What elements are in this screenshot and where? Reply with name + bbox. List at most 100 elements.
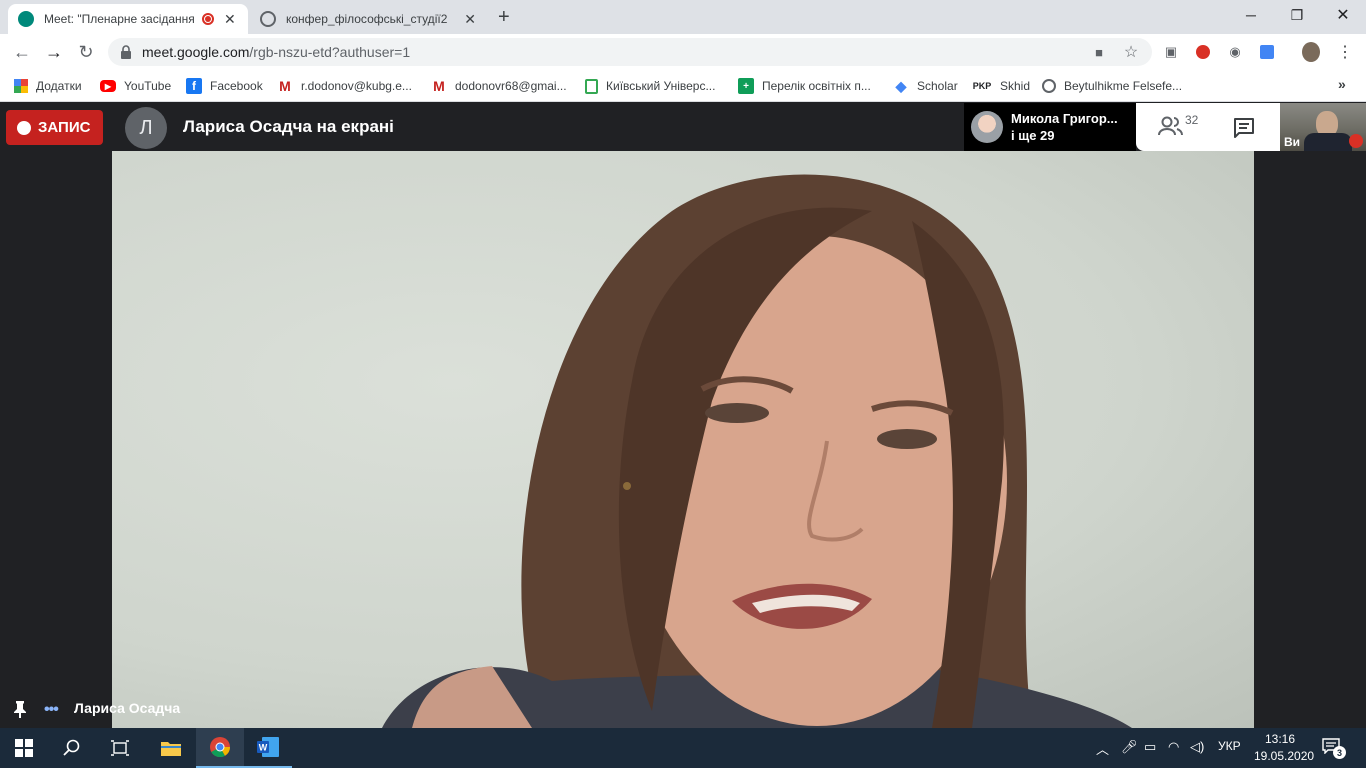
task-view-icon xyxy=(111,740,129,756)
tab-title: конфер_філософські_студії2 xyxy=(286,12,448,26)
gmail-icon: M xyxy=(433,78,445,94)
recording-badge: ЗАПИС xyxy=(6,110,103,145)
bookmark-label: dodonovr68@gmai... xyxy=(455,79,567,93)
bookmark-label: Skhid xyxy=(1000,79,1031,93)
participant-more: і ще 29 xyxy=(1011,128,1055,143)
chat-icon[interactable] xyxy=(1232,116,1256,140)
bookmark-label: YouTube xyxy=(124,79,172,93)
search-icon xyxy=(63,739,80,756)
bookmark-scholar[interactable]: ◆ Scholar xyxy=(893,77,958,95)
microphone-icon[interactable]: 🎤︎ xyxy=(1121,739,1138,755)
restore-button[interactable]: ❐ xyxy=(1274,0,1320,30)
self-view-tile[interactable]: Ви xyxy=(1280,103,1366,151)
task-view-button[interactable] xyxy=(96,728,144,768)
tab-meet[interactable]: Meet: "Пленарне засідання ✕ xyxy=(8,4,248,34)
youtube-icon: ▶ xyxy=(100,80,116,92)
bookmark-beytulhikme[interactable]: Beytulhikme Felsefe... xyxy=(1042,77,1182,95)
university-icon xyxy=(585,78,598,94)
globe-icon xyxy=(1042,79,1056,93)
translate-icon[interactable] xyxy=(1258,43,1276,61)
presenter-video-image xyxy=(382,174,1132,728)
meet-call-area: ЗАПИС Л Лариса Осадча на екрані Микола Г… xyxy=(0,103,1366,728)
gmail-icon: M xyxy=(279,78,291,94)
people-count: 32 xyxy=(1185,113,1199,127)
bookmarks-overflow-icon[interactable]: » xyxy=(1338,76,1346,92)
apps-grid-icon xyxy=(14,79,28,93)
svg-text:W: W xyxy=(259,743,268,753)
chrome-taskbar-button[interactable] xyxy=(196,728,244,768)
word-icon: W xyxy=(257,737,279,757)
presenter-video-feed xyxy=(112,151,1254,728)
bookmark-youtube[interactable]: ▶ YouTube xyxy=(100,77,171,95)
participant-name: Микола Григор... xyxy=(1011,111,1118,126)
show-hidden-icons[interactable]: ︿ xyxy=(1096,739,1109,758)
pin-icon[interactable] xyxy=(12,700,28,718)
people-button[interactable]: 32 xyxy=(1158,113,1208,141)
participant-avatar xyxy=(971,111,1003,143)
notifications-button[interactable]: 3 xyxy=(1322,738,1346,759)
globe-icon xyxy=(260,11,276,27)
extension-icon[interactable]: ▣ xyxy=(1162,43,1180,61)
menu-kebab-icon[interactable]: ⋮ xyxy=(1336,43,1354,61)
bookmarks-bar: Додатки ▶ YouTube f Facebook M r.dodonov… xyxy=(0,70,1366,102)
clock[interactable]: 13:16 19.05.2020 xyxy=(1254,731,1314,765)
pkp-icon: PKP xyxy=(972,81,992,91)
bookmark-label: Scholar xyxy=(917,79,958,93)
camera-icon[interactable]: ■ xyxy=(1090,43,1108,61)
bookmark-star-icon[interactable]: ☆ xyxy=(1122,43,1140,61)
reload-button[interactable]: ↻ xyxy=(74,40,98,64)
bookmark-label: Перелік освітніх п... xyxy=(762,79,871,93)
bookmark-label: r.dodonov@kubg.e... xyxy=(301,79,412,93)
bookmark-facebook[interactable]: f Facebook xyxy=(186,77,263,95)
start-button[interactable] xyxy=(0,728,48,768)
bookmark-apps[interactable]: Додатки xyxy=(14,77,82,95)
browser-toolbar: ← → ↻ meet.google.com/rgb-nszu-etd?authu… xyxy=(0,34,1366,70)
url-path: /rgb-nszu-etd?authuser=1 xyxy=(249,44,411,60)
address-bar[interactable]: meet.google.com/rgb-nszu-etd?authuser=1 xyxy=(108,38,1152,66)
chat-extension-icon[interactable]: ◉ xyxy=(1226,43,1244,61)
profile-avatar[interactable] xyxy=(1302,42,1320,62)
participants-chip[interactable]: Микола Григор... і ще 29 xyxy=(964,103,1136,151)
word-taskbar-button[interactable]: W xyxy=(244,728,292,768)
windows-logo-icon xyxy=(15,739,33,757)
file-explorer-button[interactable] xyxy=(147,728,195,768)
battery-icon[interactable]: ▭ xyxy=(1144,739,1156,755)
recording-indicator-icon xyxy=(202,13,214,25)
bookmark-educational-list[interactable]: + Перелік освітніх п... xyxy=(738,77,871,95)
bookmark-kyiv-university[interactable]: Київський Універс... xyxy=(585,77,715,95)
browser-tab-strip: Meet: "Пленарне засідання ✕ конфер_філос… xyxy=(0,0,1366,34)
notification-count: 3 xyxy=(1333,746,1346,759)
bookmark-gmail-kubg[interactable]: M r.dodonov@kubg.e... xyxy=(277,77,412,95)
clock-time: 13:16 xyxy=(1264,732,1296,746)
recording-label: ЗАПИС xyxy=(38,119,91,136)
input-language[interactable]: УКР xyxy=(1218,739,1241,753)
bookmark-label: Додатки xyxy=(36,79,82,93)
close-tab-icon[interactable]: ✕ xyxy=(464,11,476,28)
search-button[interactable] xyxy=(48,728,96,768)
tab-conference-doc[interactable]: конфер_філософські_студії2 ✕ xyxy=(250,4,486,34)
back-button[interactable]: ← xyxy=(10,40,34,64)
new-tab-button[interactable]: + xyxy=(498,6,510,29)
self-label: Ви xyxy=(1284,135,1301,149)
lock-icon xyxy=(121,45,131,59)
mic-muted-icon xyxy=(1349,134,1363,148)
bookmark-label: Beytulhikme Felsefe... xyxy=(1064,79,1183,93)
presenter-avatar: Л xyxy=(125,107,167,149)
record-dot-icon xyxy=(17,120,31,135)
minimize-button[interactable]: ─ xyxy=(1228,0,1274,30)
bookmark-label: Київський Універс... xyxy=(606,79,716,93)
url-host: meet.google.com xyxy=(142,44,250,60)
bookmark-skhid[interactable]: PKP Skhid xyxy=(972,77,1030,95)
presenter-title: Лариса Осадча на екрані xyxy=(183,117,394,136)
wifi-icon[interactable]: ◠ xyxy=(1168,739,1179,755)
close-tab-icon[interactable]: ✕ xyxy=(224,11,236,28)
volume-icon[interactable]: ◁) xyxy=(1190,739,1204,755)
adblock-icon[interactable] xyxy=(1194,43,1212,61)
forward-button[interactable]: → xyxy=(42,40,66,64)
close-window-button[interactable]: ✕ xyxy=(1320,0,1366,30)
more-options-icon[interactable]: ••• xyxy=(44,701,59,719)
bookmark-gmail-dodonov[interactable]: M dodonovr68@gmai... xyxy=(431,77,567,95)
folder-icon xyxy=(161,742,181,756)
facebook-icon: f xyxy=(186,78,202,94)
scholar-icon: ◆ xyxy=(895,77,907,94)
